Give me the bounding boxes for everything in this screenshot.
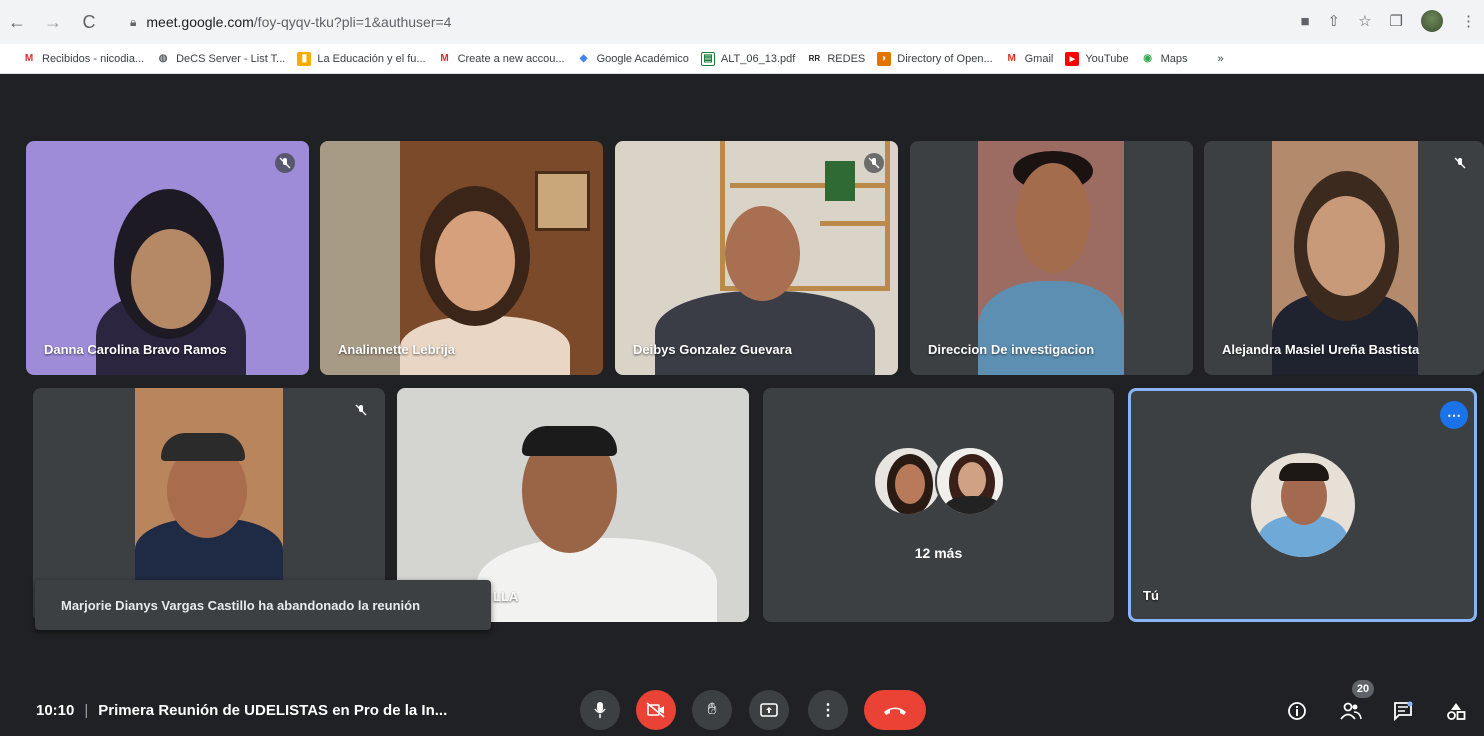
info-icon[interactable] — [1284, 698, 1310, 724]
more-bookmarks-icon[interactable]: » — [1218, 53, 1224, 65]
star-icon[interactable]: ☆ — [1358, 12, 1371, 30]
bookmark-item[interactable]: ◍ DeCS Server - List T... — [156, 52, 286, 66]
mic-icon — [594, 702, 606, 718]
url-path: /foy-qyqv-tku?pli=1&authuser=4 — [253, 14, 452, 30]
pdf-icon: ▤ — [700, 51, 715, 66]
self-tile[interactable]: ⋯ Tú — [1128, 388, 1477, 622]
participant-name: Direccion De investigacion — [928, 342, 1095, 357]
video-off-icon — [646, 702, 665, 718]
gmail-icon: M — [440, 53, 449, 64]
bookmark-item[interactable]: ▶ YouTube — [1065, 51, 1129, 66]
gmail-icon: M — [24, 53, 34, 64]
meeting-info: 10:10 | Primera Reunión de UDELISTAS en Pr… — [36, 702, 448, 719]
people-icon[interactable] — [1338, 698, 1364, 724]
self-name: Tú — [1143, 588, 1159, 603]
participant-tile[interactable]: Alejandra Masiel Ureña Bastista — [1204, 141, 1484, 375]
maps-icon: ◉ — [1143, 53, 1152, 64]
participant-tile[interactable]: Deibys Gonzalez Guevara — [615, 141, 898, 375]
lock-icon: 🔒︎ — [130, 14, 137, 29]
share-icon[interactable]: ⇧ — [1328, 12, 1341, 30]
participant-name: Alejandra Masiel Ureña Bastista — [1222, 342, 1420, 357]
participant-name: Analinnette Lebrija — [338, 342, 456, 357]
bookmark-item[interactable]: ◗ Directory of Open... — [877, 51, 993, 66]
participant-name: Deibys Gonzalez Guevara — [633, 342, 792, 357]
more-options-button[interactable]: ⋯ — [1440, 401, 1468, 429]
bookmark-item[interactable]: ◉ Maps — [1141, 52, 1187, 66]
bookmark-icon: ▮ — [297, 51, 312, 66]
profile-avatar[interactable] — [1421, 10, 1443, 32]
doaj-icon: ◗ — [877, 51, 892, 66]
notification-toast: Marjorie Dianys Vargas Castillo ha aband… — [35, 580, 491, 630]
self-avatar — [1251, 453, 1355, 557]
meeting-controls-bar: 10:10 | Primera Reunión de UDELISTAS en Pr… — [0, 680, 1484, 736]
browser-toolbar: ← → C 🔒︎ meet.google.com /foy-qyqv-tku?p… — [0, 0, 1484, 44]
gmail-icon: M — [1007, 53, 1016, 64]
bookmark-item[interactable]: RR REDES — [807, 52, 866, 66]
more-participants-label: 12 más — [914, 545, 963, 561]
window-icon[interactable]: ❐ — [1390, 12, 1403, 30]
more-options-button[interactable]: ⋮ — [808, 690, 848, 730]
more-participants-tile[interactable]: 12 más — [763, 388, 1114, 622]
hand-icon: ✋︎ — [707, 701, 717, 718]
back-icon[interactable]: ← — [6, 11, 28, 33]
globe-icon: ◍ — [158, 53, 168, 64]
activities-icon[interactable] — [1443, 698, 1469, 724]
camera-off-button[interactable] — [636, 690, 676, 730]
participant-tile[interactable]: Danna Carolina Bravo Ramos — [26, 141, 309, 375]
bookmark-item[interactable]: ▤ ALT_06_13.pdf — [700, 51, 795, 66]
mic-off-icon — [864, 153, 884, 173]
bookmark-item[interactable]: ▮ La Educación y el fu... — [297, 51, 426, 66]
menu-icon[interactable]: ⋮ — [1461, 12, 1476, 30]
meeting-title: Primera Reunión de UDELISTAS en Pro de l… — [98, 702, 448, 719]
url-host: meet.google.com — [146, 14, 254, 30]
youtube-icon: ▶ — [1065, 51, 1080, 66]
leave-call-button[interactable] — [864, 690, 926, 730]
address-bar[interactable]: 🔒︎ meet.google.com /foy-qyqv-tku?pli=1&a… — [130, 9, 1290, 35]
avatar — [935, 446, 1005, 516]
raise-hand-button[interactable]: ✋︎ — [692, 690, 732, 730]
present-screen-icon — [760, 703, 778, 717]
bookmark-item[interactable]: M Gmail — [1005, 52, 1053, 66]
participant-name: Danna Carolina Bravo Ramos — [44, 342, 227, 357]
bookmark-item[interactable]: ◆ Google Académico — [577, 52, 689, 66]
participant-name: LLA — [493, 589, 519, 604]
meeting-time: 10:10 — [36, 702, 75, 719]
mic-off-icon — [351, 400, 371, 420]
scholar-icon: ◆ — [579, 53, 588, 64]
chat-icon[interactable] — [1390, 698, 1416, 724]
end-call-icon — [884, 707, 906, 715]
participant-tile[interactable]: Analinnette Lebrija — [320, 141, 603, 375]
avatar — [873, 446, 943, 516]
bookmarks-bar: M Recibidos - nicodia... ◍ DeCS Server - L… — [0, 44, 1484, 74]
reload-icon[interactable]: C — [78, 11, 100, 33]
camera-indicator-icon[interactable]: ■ — [1300, 13, 1309, 30]
mic-button[interactable] — [580, 690, 620, 730]
forward-icon[interactable]: → — [42, 11, 64, 33]
bookmark-item[interactable]: M Create a new accou... — [438, 52, 564, 66]
redes-icon: RR — [808, 54, 821, 63]
present-button[interactable] — [749, 690, 789, 730]
mic-off-icon — [1450, 153, 1470, 173]
bookmark-item[interactable]: M Recibidos - nicodia... — [22, 52, 144, 66]
more-vert-icon: ⋮ — [820, 702, 836, 719]
participant-count-badge: 20 — [1352, 680, 1374, 698]
mic-off-icon — [275, 153, 295, 173]
participant-tile[interactable]: Direccion De investigacion — [910, 141, 1193, 375]
